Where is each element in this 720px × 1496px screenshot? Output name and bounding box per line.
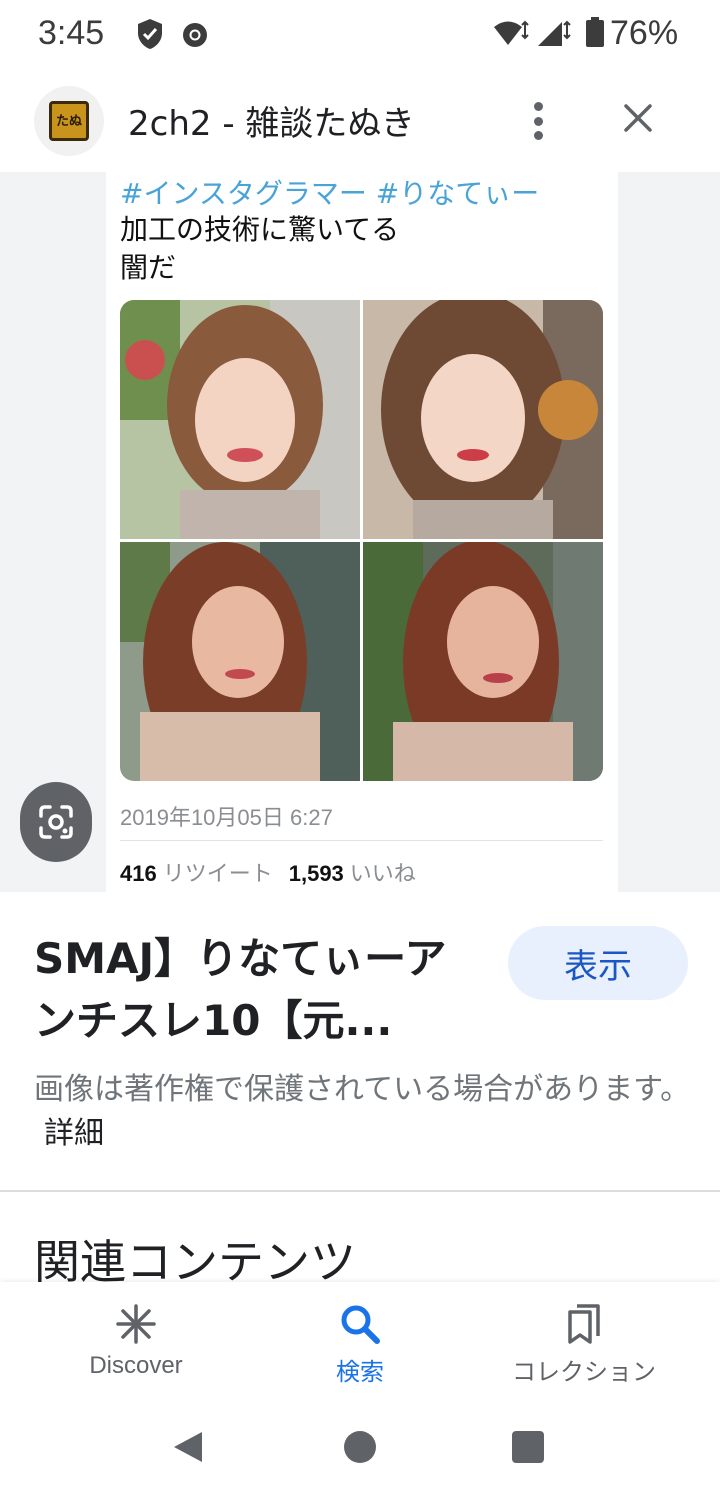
image-preview[interactable]: #インスタグラマー #りなてぃー 加工の技術に驚いてる 闇だ 2019年10月0… [0, 172, 720, 892]
nav-collections[interactable]: コレクション [484, 1300, 684, 1387]
bookmarks-icon [568, 1304, 600, 1344]
photo-edited-2 [363, 300, 603, 539]
divider [120, 840, 603, 841]
asterisk-icon [116, 1304, 156, 1344]
recents-icon[interactable] [512, 1431, 544, 1463]
result-title[interactable]: SMAJ】りなてぃーアンチスレ10【元... [34, 928, 484, 1052]
like-label: いいね [349, 861, 416, 886]
nav-discover-label: Discover [89, 1352, 183, 1379]
tweet-date: 2019年10月05日 6:27 [120, 805, 333, 830]
lens-button[interactable] [20, 782, 92, 862]
photo-grid [120, 300, 603, 781]
search-icon [341, 1305, 380, 1344]
shield-icon [138, 19, 162, 49]
details-link[interactable]: 詳細 [44, 1116, 104, 1151]
tweet-stats: 416 リツイート 1,593 いいね [120, 856, 432, 888]
battery-icon [586, 17, 604, 47]
home-icon[interactable] [344, 1431, 376, 1463]
retweet-count: 416 [120, 861, 157, 886]
section-divider [0, 1190, 720, 1192]
system-navigation [0, 1400, 720, 1496]
nav-search[interactable]: 検索 [260, 1300, 460, 1387]
chrome-icon [183, 23, 207, 47]
tweet-hashtags: #インスタグラマー #りなてぃー [120, 177, 540, 210]
nav-collections-label: コレクション [512, 1359, 656, 1386]
status-time: 3:45 [38, 14, 105, 52]
site-title[interactable]: 2ch2 - 雑談たぬき [128, 96, 415, 145]
like-count: 1,593 [288, 861, 344, 886]
tweet-text-line: 闇だ [120, 251, 177, 284]
battery-percent: 76% [610, 14, 679, 52]
copyright-notice: 画像は著作権で保護されている場合があります。詳細 [34, 1068, 694, 1156]
back-icon[interactable] [172, 1430, 204, 1464]
top-bar: たぬ 2ch2 - 雑談たぬき [0, 72, 720, 172]
site-logo: たぬ [49, 101, 89, 141]
site-avatar[interactable]: たぬ [34, 86, 104, 156]
tweet-text-line: 加工の技術に驚いてる [120, 213, 400, 246]
nav-discover[interactable]: Discover [36, 1300, 236, 1380]
signal-icon [538, 20, 571, 46]
lens-icon [39, 805, 73, 839]
more-vert-icon[interactable] [520, 98, 556, 144]
photo-edited-1 [120, 300, 360, 539]
bottom-navigation: Discover 検索 コレクション [0, 1282, 720, 1400]
show-button[interactable]: 表示 [508, 926, 688, 1000]
tweet-image: #インスタグラマー #りなてぃー 加工の技術に驚いてる 闇だ 2019年10月0… [106, 172, 618, 892]
retweet-label: リツイート [162, 861, 273, 886]
status-bar: 3:45 76% [0, 0, 720, 72]
copyright-text: 画像は著作権で保護されている場合があります。 [34, 1072, 691, 1107]
photo-candid-1 [120, 542, 360, 781]
close-icon[interactable] [618, 98, 658, 138]
nav-search-label: 検索 [336, 1359, 384, 1386]
photo-candid-2 [363, 542, 603, 781]
wifi-icon [494, 20, 529, 45]
